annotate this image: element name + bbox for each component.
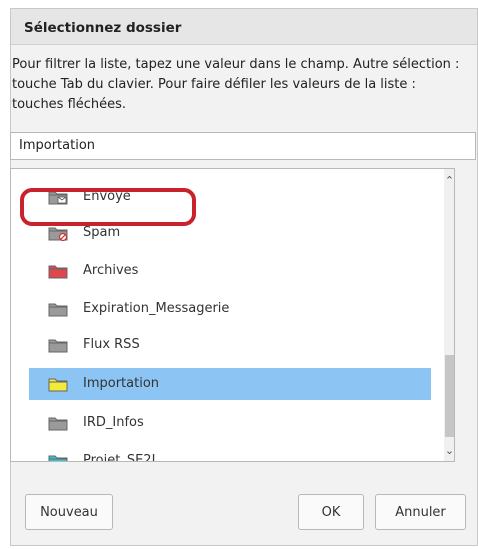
spam-folder-icon: [48, 227, 68, 241]
folder-item[interactable]: Expiration_Messagerie: [11, 293, 431, 325]
folder-item-label: IRD_Infos: [83, 415, 144, 430]
folder-item-label: Expiration_Messagerie: [83, 301, 230, 316]
folder-icon: [48, 455, 68, 461]
folder-icon: [48, 417, 68, 431]
folder-filter-input[interactable]: Importation: [10, 132, 476, 160]
folder-item-label: Envoyé: [83, 189, 131, 204]
folder-item-label: Archives: [83, 263, 139, 278]
folder-item-label: Projet_SE2I: [83, 453, 156, 462]
folder-item[interactable]: Envoyé: [11, 181, 431, 213]
cancel-button[interactable]: Annuler: [375, 494, 466, 530]
folder-item-label: Spam: [83, 225, 121, 240]
folder-item[interactable]: IRD_Infos: [11, 407, 431, 439]
ok-button[interactable]: OK: [298, 494, 364, 530]
folder-item[interactable]: Importation: [29, 368, 431, 400]
dialog-title: Sélectionnez dossier: [11, 9, 477, 45]
scroll-thumb[interactable]: [445, 355, 454, 437]
archive-folder-icon: [48, 265, 68, 279]
scroll-down-icon[interactable]: ⌄: [444, 445, 454, 457]
folder-list[interactable]: Envoyé Spam Archives Expiration_Messagerie F…: [10, 168, 455, 462]
folder-item[interactable]: Spam: [11, 217, 431, 249]
folder-item-label: Importation: [83, 376, 160, 391]
new-folder-button[interactable]: Nouveau: [25, 494, 113, 530]
folder-item-label: Flux RSS: [83, 337, 140, 352]
folder-item[interactable]: Flux RSS: [11, 329, 431, 361]
folder-icon: [48, 303, 68, 317]
folder-item[interactable]: Archives: [11, 255, 431, 287]
instructions-text: Pour filtrer la liste, tapez une valeur …: [12, 57, 460, 112]
scroll-up-icon[interactable]: ⌃: [444, 175, 454, 187]
folder-list-scrollbar[interactable]: ⌃ ⌄: [444, 169, 454, 461]
folder-icon: [48, 339, 68, 353]
sent-folder-icon: [48, 191, 68, 205]
folder-item[interactable]: Projet_SE2I: [11, 445, 431, 462]
folder-icon: [48, 378, 68, 392]
